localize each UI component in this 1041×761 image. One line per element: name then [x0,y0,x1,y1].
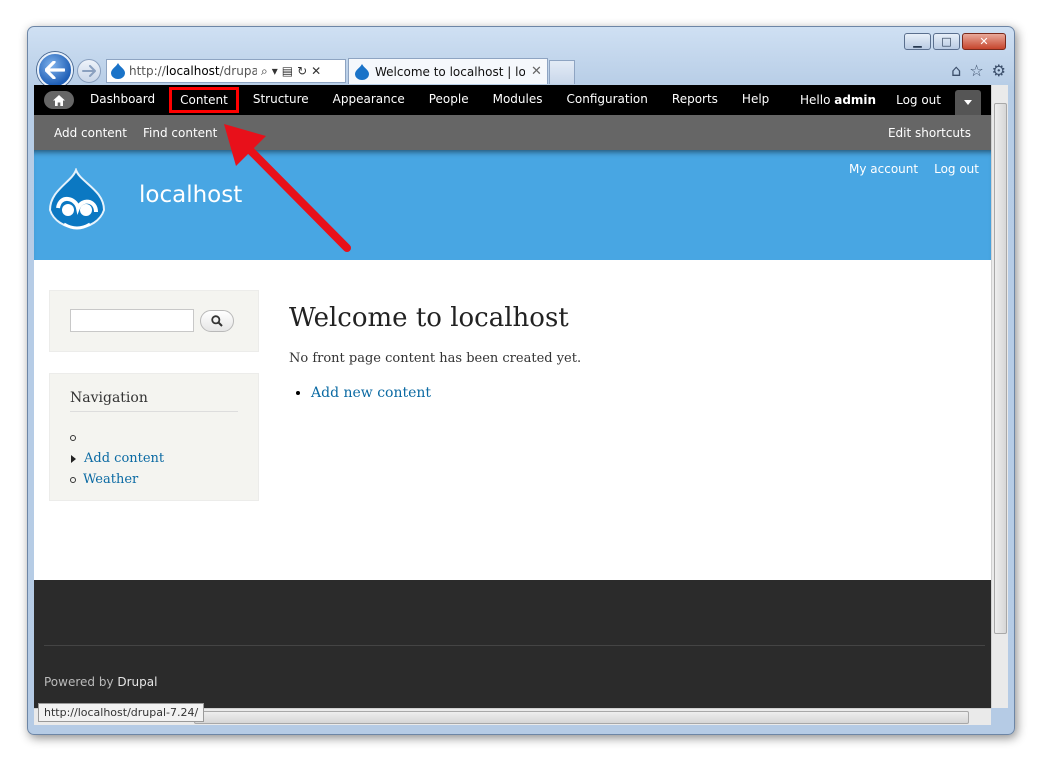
site-footer: Powered by Drupal [34,580,991,708]
navigation-link[interactable]: Weather [83,472,138,487]
main-content: Welcome to localhost No front page conte… [289,303,581,401]
toolbar-item-modules[interactable]: Modules [483,87,553,113]
secondary-menu: My account Log out [849,162,979,176]
content-links: Add new content [311,385,581,401]
toolbar-home-button[interactable] [44,91,74,109]
toolbar-item-reports[interactable]: Reports [662,87,728,113]
toolbar-item-help[interactable]: Help [732,87,779,113]
circle-bullet-icon [70,476,76,483]
toolbar-item-appearance[interactable]: Appearance [323,87,415,113]
toolbar-menu: Dashboard Content Structure Appearance Peopl… [80,87,783,113]
powered-by: Powered by Drupal [44,675,158,689]
header-logout-link[interactable]: Log out [934,162,979,176]
footer-divider [44,645,985,646]
navigation-block: Navigation Add content Weather [49,373,259,501]
my-account-link[interactable]: My account [849,162,918,176]
toolbar-item-configuration[interactable]: Configuration [557,87,658,113]
navigation-title: Navigation [70,390,238,412]
toolbar-greeting: Hello admin [800,93,877,107]
list-item: Add content [70,448,164,469]
shortcuts-toggle[interactable] [955,90,981,115]
list-item: Weather [70,469,164,490]
page-title: Welcome to localhost [289,303,569,333]
vertical-scrollbar[interactable] [991,85,1008,708]
list-item: Add new content [311,385,581,401]
horizontal-scroll-thumb[interactable] [194,711,969,724]
shortcut-find-content[interactable]: Find content [143,126,217,140]
search-icon [211,315,223,327]
drupal-link[interactable]: Drupal [117,675,157,689]
navigation-link[interactable]: Add content [84,451,164,466]
toolbar-user: Hello admin Log out [800,85,941,115]
chevron-down-icon [964,100,972,105]
toolbar-item-people[interactable]: People [419,87,479,113]
triangle-bullet-icon [71,454,76,463]
search-input[interactable] [70,309,194,332]
home-icon [53,94,65,106]
status-url: http://localhost/drupal-7.24/ [38,703,205,722]
search-button[interactable] [200,310,234,332]
vertical-scroll-thumb[interactable] [994,103,1007,634]
drupal-logo-icon[interactable] [46,168,108,236]
navigation-list: Add content Weather [70,427,164,490]
front-page-message: No front page content has been created y… [289,351,582,366]
circle-bullet-icon [70,434,76,441]
page-viewport: Dashboard Content Structure Appearance Peopl… [34,85,991,708]
edit-shortcuts-link[interactable]: Edit shortcuts [888,126,971,140]
toolbar-item-dashboard[interactable]: Dashboard [80,87,165,113]
list-item [70,427,164,448]
page-frame: Dashboard Content Structure Appearance Peopl… [27,26,1015,735]
search-block [49,290,259,352]
shortcut-add-content[interactable]: Add content [54,126,127,140]
site-name[interactable]: localhost [139,182,242,208]
admin-toolbar: Dashboard Content Structure Appearance Peopl… [34,85,991,115]
shortcuts-bar: Add content Find content Edit shortcuts [34,115,991,150]
toolbar-item-structure[interactable]: Structure [243,87,319,113]
toolbar-item-content[interactable]: Content [169,87,239,113]
site-header: localhost My account Log out [34,150,991,260]
add-new-content-link[interactable]: Add new content [311,385,431,401]
toolbar-username[interactable]: admin [834,93,876,107]
toolbar-logout-link[interactable]: Log out [896,93,941,107]
